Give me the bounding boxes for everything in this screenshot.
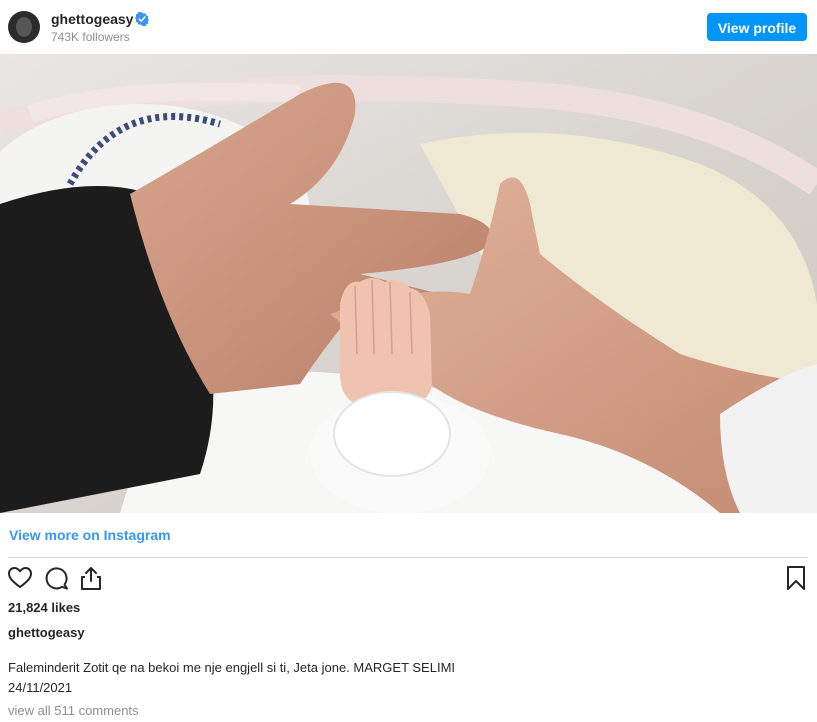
post-header: ghettogeasy 743K followers View profile [0, 0, 817, 54]
username[interactable]: ghettogeasy [51, 11, 133, 27]
post-image[interactable] [0, 54, 817, 513]
post-caption: Faleminderit Zotit qe na bekoi me nje en… [8, 660, 456, 675]
verified-badge-icon [135, 12, 149, 26]
avatar[interactable] [8, 11, 40, 43]
bookmark-icon[interactable] [783, 565, 809, 591]
heart-icon[interactable] [7, 565, 33, 591]
view-more-on-instagram-link[interactable]: View more on Instagram [9, 527, 171, 543]
post-photo-illustration [0, 54, 817, 513]
comment-icon[interactable] [43, 565, 69, 591]
follower-count: 743K followers [51, 30, 130, 44]
post-date: 24/11/2021 [8, 680, 73, 695]
divider [8, 557, 808, 558]
view-all-comments-link[interactable]: view all 511 comments [8, 703, 139, 718]
like-count[interactable]: 21,824 likes [8, 600, 80, 615]
post-owner-username[interactable]: ghettogeasy [8, 625, 85, 640]
view-profile-button[interactable]: View profile [707, 13, 807, 41]
share-icon[interactable] [78, 565, 104, 591]
